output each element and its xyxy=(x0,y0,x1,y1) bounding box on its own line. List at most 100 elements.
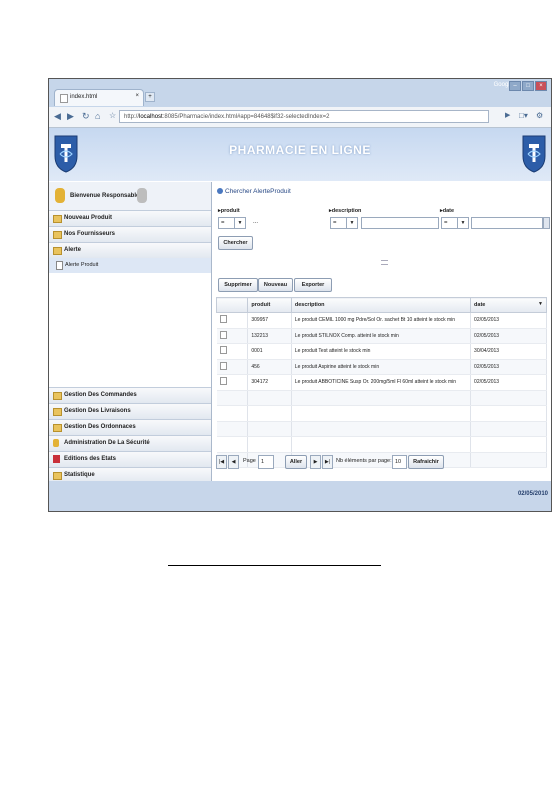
tab-close-icon[interactable]: × xyxy=(135,93,139,99)
go-button[interactable]: Aller xyxy=(285,455,307,469)
sidebar-item-nouveau-produit[interactable]: Nouveau Produit xyxy=(49,210,211,226)
sidebar-item-editions-etats[interactable]: Editions des Etats xyxy=(49,451,211,467)
produit-more[interactable]: ... xyxy=(253,219,258,225)
cell-description: Le produit STILNOX Comp. atteint le stoc… xyxy=(291,328,472,344)
divider-line xyxy=(168,565,381,566)
cell-date: 30/04/2013 xyxy=(470,343,547,360)
date-input[interactable] xyxy=(471,217,543,229)
folder-icon xyxy=(53,424,62,432)
minimize-button[interactable]: – xyxy=(509,81,521,91)
wrench-icon[interactable]: ⚙ xyxy=(536,111,543,120)
sidebar-subitem-alerte-produit[interactable]: Alerte Produit xyxy=(49,258,211,273)
filter-description-text: description xyxy=(331,208,362,214)
reload-icon[interactable]: ↻ xyxy=(82,111,90,122)
column-header-description[interactable]: description xyxy=(290,297,472,313)
filter-date-text: date xyxy=(442,208,455,214)
sidebar-item-alerte[interactable]: Alerte xyxy=(49,242,211,258)
folder-icon xyxy=(53,231,62,239)
description-input[interactable] xyxy=(361,217,439,229)
browser-tab[interactable]: index.html × xyxy=(54,89,144,106)
home-icon[interactable]: ⌂ xyxy=(95,111,100,121)
profile-icon[interactable] xyxy=(137,188,147,203)
table-row[interactable]: 304172 Le produit ABBOTICINE Susp Or. 200… xyxy=(216,374,547,391)
row-icon-cell xyxy=(216,312,249,329)
sidebar-panel-body xyxy=(49,273,211,387)
cell-produit: 304172 xyxy=(247,374,292,391)
produit-operator-select[interactable]: = ▼ xyxy=(218,217,246,229)
page-title: PHARMACIE EN LIGNE xyxy=(229,143,371,157)
go-arrow-icon[interactable]: ▶ xyxy=(505,111,510,119)
filter-produit-text: produit xyxy=(220,208,240,214)
last-page-icon[interactable]: ▶| xyxy=(322,455,333,469)
maximize-button[interactable]: □ xyxy=(522,81,534,91)
column-header-date[interactable]: date ▼ xyxy=(470,297,547,313)
previous-page-icon[interactable]: ◀ xyxy=(228,455,239,469)
star-icon[interactable]: ☆ xyxy=(109,111,116,120)
description-operator-select[interactable]: = ▼ xyxy=(330,217,358,229)
new-tab-button[interactable]: + xyxy=(145,92,155,102)
page-input[interactable]: 1 xyxy=(258,455,274,469)
browser-toolbar: ◀ ▶ ↻ ⌂ ☆ http://localhost:8085/Pharmaci… xyxy=(49,107,551,128)
sidebar-item-gestion-commandes[interactable]: Gestion Des Commandes xyxy=(49,387,211,403)
folder-icon xyxy=(53,408,62,416)
close-window-button[interactable]: × xyxy=(535,81,547,91)
new-button[interactable]: Nouveau xyxy=(258,278,293,292)
document-icon xyxy=(219,315,227,324)
sidebar-item-nos-fournisseurs[interactable]: Nos Fournisseurs xyxy=(49,226,211,242)
sidebar-item-administration-securite[interactable]: Administration De La Sécurité xyxy=(49,435,211,451)
document-icon xyxy=(219,361,227,370)
address-bar[interactable]: http://localhost:8085/Pharmacie/index.ht… xyxy=(119,110,489,123)
empty-row xyxy=(216,436,547,453)
chevron-down-icon: ▼ xyxy=(346,218,357,228)
page-label: Page xyxy=(243,458,256,464)
cell-description: Le produit Test atteint le stock min xyxy=(291,343,472,360)
sidebar-item-gestion-ordonnances[interactable]: Gestion Des Ordonnaces xyxy=(49,419,211,435)
results-table: produit description date ▼ 309957 Le produ… xyxy=(215,297,547,468)
row-icon-cell xyxy=(216,374,249,391)
cell-date: 02/05/2013 xyxy=(470,328,547,344)
filter-description-label: ▸description xyxy=(329,208,362,214)
folder-icon xyxy=(53,215,62,223)
filter-date-label: ▸date xyxy=(440,208,455,214)
sidebar-item-label: Gestion Des Commandes xyxy=(64,392,137,398)
table-row[interactable]: 309957 Le produit CEMIL 1000 mg Pdre/Sol … xyxy=(216,312,547,329)
delete-button[interactable]: Supprimer xyxy=(218,278,258,292)
cell-produit: 456 xyxy=(247,359,292,375)
forward-arrow-icon[interactable]: ▶ xyxy=(67,111,74,122)
back-arrow-icon[interactable]: ◀ xyxy=(54,111,61,122)
sort-arrow-icon[interactable]: ▼ xyxy=(538,301,543,307)
cell-date: 02/05/2013 xyxy=(470,312,547,329)
per-page-input[interactable]: 10 xyxy=(392,455,407,469)
sidebar-item-label: Statistique xyxy=(64,472,95,478)
first-page-icon[interactable]: |◀ xyxy=(216,455,227,469)
page-menu-icon[interactable]: □▾ xyxy=(519,111,528,120)
filter-produit-label: ▸produit xyxy=(218,208,240,214)
date-picker-icon[interactable] xyxy=(543,217,550,229)
status-date: 02/05/2010 xyxy=(517,491,548,497)
table-row[interactable]: 456 Le produit Aspirine atteint le stock … xyxy=(216,359,547,375)
export-button[interactable]: Exporter xyxy=(294,278,332,292)
sidebar-item-gestion-livraisons[interactable]: Gestion Des Livraisons xyxy=(49,403,211,419)
search-button[interactable]: Chercher xyxy=(218,236,253,250)
sidebar-item-label: Nos Fournisseurs xyxy=(64,231,116,237)
date-operator-select[interactable]: = ▼ xyxy=(441,217,469,229)
column-header-produit[interactable]: produit xyxy=(247,297,292,313)
splitter-handle[interactable] xyxy=(381,260,388,265)
table-row[interactable]: 0001 Le produit Test atteint le stock min… xyxy=(216,343,547,360)
tab-title: index.html xyxy=(70,94,98,100)
section-title: Chercher AlerteProduit xyxy=(217,188,291,195)
refresh-button[interactable]: Rafraichir xyxy=(408,455,444,469)
cell-date: 02/05/2013 xyxy=(470,359,547,375)
table-header-row: produit description date ▼ xyxy=(215,297,547,313)
table-row[interactable]: 132213 Le produit STILNOX Comp. atteint l… xyxy=(216,328,547,344)
sidebar-item-label: Nouveau Produit xyxy=(64,215,113,221)
row-icon-cell xyxy=(216,328,249,344)
welcome-label: Bienvenue Responsable xyxy=(70,193,140,199)
cell-produit: 309957 xyxy=(247,312,292,329)
document-icon xyxy=(219,377,227,386)
chevron-down-icon: ▼ xyxy=(457,218,468,228)
next-page-icon[interactable]: ▶ xyxy=(310,455,321,469)
sidebar: Bienvenue Responsable Nouveau Produit No… xyxy=(49,182,212,483)
cell-description: Le produit Aspirine atteint le stock min xyxy=(291,359,472,375)
folder-icon xyxy=(53,392,62,400)
